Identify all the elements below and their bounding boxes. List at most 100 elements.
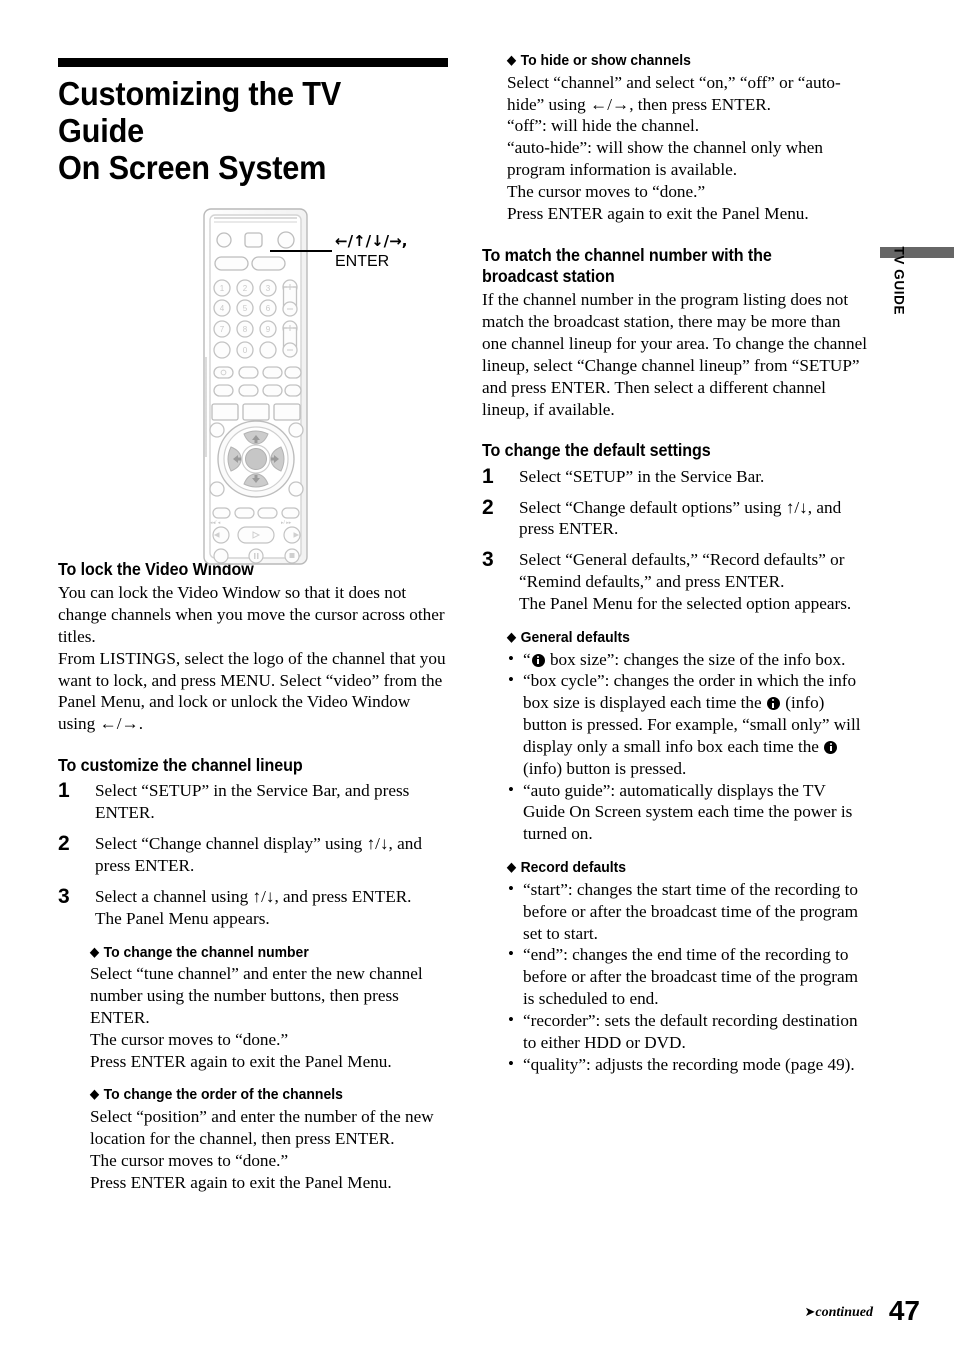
list-item: • “quality”: adjusts the recording mode (… — [507, 1054, 868, 1076]
step-text: Select “SETUP” in the Service Bar. — [519, 466, 765, 486]
subheading-general-defaults: ◆ General defaults — [507, 629, 843, 648]
subheading-record-defaults: ◆ Record defaults — [507, 859, 843, 878]
svg-text:7: 7 — [220, 325, 225, 334]
paragraph-match-channel-number: If the channel number in the program lis… — [482, 290, 868, 419]
diamond-icon: ◆ — [507, 53, 516, 67]
steps-change-default-settings: 1 Select “SETUP” in the Service Bar. 2 S… — [482, 464, 868, 615]
step-item: 1 Select “SETUP” in the Service Bar. — [482, 464, 868, 488]
page-number: 47 — [888, 1295, 920, 1326]
arrow-right-icon: ➤ — [804, 1305, 816, 1320]
step-item: 1 Select “SETUP” in the Service Bar, and… — [58, 779, 450, 824]
right-column: ◆ To hide or show channels Select “channe… — [482, 52, 868, 1076]
diamond-icon: ◆ — [507, 629, 516, 644]
step-text: Select “SETUP” in the Service Bar, and p… — [95, 781, 410, 823]
manual-page: TV GUIDE Customizing the TV Guide On Scr… — [0, 0, 954, 1352]
svg-text:8: 8 — [243, 325, 248, 334]
subsection-text: Select “tune channel” and enter the new … — [90, 964, 423, 1071]
step-text: Select “Change channel display” using ↑/… — [95, 834, 422, 875]
list-item: • “start”: changes the start time of the … — [507, 879, 868, 945]
step-item: 3 Select a channel using ↑/↓, and press … — [58, 884, 450, 930]
subsection-record-defaults: ◆ Record defaults • “start”: changes the s… — [507, 859, 868, 1075]
info-icon — [531, 653, 545, 667]
subheading-label: To change the order of the channels — [103, 1086, 343, 1104]
bullet-text: “recorder”: sets the default recording d… — [523, 1010, 858, 1052]
list-item: • “ box size”: changes the size of the in… — [507, 649, 868, 671]
info-icon — [766, 697, 780, 711]
bullet-dot: • — [508, 648, 514, 668]
subheading-change-channel-number: ◆ To change the channel number — [90, 944, 425, 963]
subheading-label: General defaults — [520, 628, 630, 646]
subsection-text: Select “channel” and select “on,” “off” … — [507, 72, 841, 223]
bullet-list-record-defaults: • “start”: changes the start time of the … — [507, 879, 868, 1076]
page-title-line2: On Screen System — [58, 148, 327, 186]
subsection-change-channel-order: ◆ To change the order of the channels Sel… — [90, 1086, 450, 1193]
step-text: Select a channel using ↑/↓, and press EN… — [95, 886, 412, 928]
callout-arrows: ←/↑/↓/→, — [335, 232, 408, 250]
list-item: • “box cycle”: changes the order in which… — [507, 670, 868, 779]
callout-label: ←/↑/↓/→, ENTER — [335, 232, 407, 272]
diamond-icon: ◆ — [507, 860, 516, 875]
bullet-text: “start”: changes the start time of the r… — [523, 879, 859, 943]
svg-text:3: 3 — [266, 284, 271, 293]
bullet-text-pre: “ — [523, 649, 531, 669]
bullet-dot: • — [508, 878, 514, 898]
bullet-text-post2: (info) button is pressed. — [523, 758, 687, 778]
svg-text:5: 5 — [243, 304, 248, 313]
svg-text:2: 2 — [243, 284, 248, 293]
diamond-icon: ◆ — [90, 944, 99, 959]
page-title-line1: Customizing the TV Guide — [58, 75, 342, 149]
step-text: Select “General defaults,” “Record defau… — [519, 550, 852, 613]
bullet-dot: • — [508, 779, 514, 799]
svg-text:▸/ ▸▸: ▸/ ▸▸ — [281, 520, 292, 526]
step-item: 3 Select “General defaults,” “Record def… — [482, 548, 868, 615]
diamond-icon: ◆ — [90, 1087, 99, 1102]
page-footer: ➤continued 47 — [770, 1295, 920, 1331]
side-tab-label: TV GUIDE — [891, 246, 907, 316]
callout-leader-line — [270, 250, 332, 252]
subsection-hide-show-channels: ◆ To hide or show channels Select “channe… — [507, 52, 868, 225]
list-item: • “recorder”: sets the default recording … — [507, 1010, 868, 1054]
list-item: • “end”: changes the end time of the reco… — [507, 944, 868, 1010]
subheading-change-channel-order: ◆ To change the order of the channels — [90, 1086, 425, 1105]
subheading-label: To hide or show channels — [520, 52, 691, 69]
bullet-dot: • — [508, 670, 514, 690]
subsection-general-defaults: ◆ General defaults • “ box size”: changes … — [507, 629, 868, 845]
step-number: 1 — [58, 779, 70, 803]
subheading-label: To change the channel number — [103, 943, 309, 961]
page-title: Customizing the TV Guide On Screen Syste… — [58, 75, 423, 187]
callout-enter: ENTER — [335, 252, 390, 270]
step-text: Select “Change default options” using ↑/… — [519, 497, 842, 539]
step-number: 3 — [58, 884, 70, 908]
side-tab: TV GUIDE — [880, 247, 954, 397]
info-icon — [824, 740, 838, 754]
step-number: 3 — [482, 548, 494, 572]
svg-text:0: 0 — [243, 346, 248, 355]
bullet-text: “end”: changes the end time of the recor… — [523, 945, 859, 1009]
subsection-change-channel-number: ◆ To change the channel number Select “tu… — [90, 944, 450, 1073]
subsection-text: Select “position” and enter the number o… — [90, 1107, 434, 1192]
title-rule — [58, 58, 448, 67]
continued-label: continued — [815, 1305, 873, 1320]
subheading-label: Record defaults — [520, 859, 627, 877]
heading-customize-channel-lineup: To customize the channel lineup — [58, 755, 303, 776]
steps-customize-lineup: 1 Select “SETUP” in the Service Bar, and… — [58, 779, 450, 930]
step-item: 2 Select “Change channel display” using … — [58, 832, 450, 877]
paragraph-lock-video-2: From LISTINGS, select the logo of the ch… — [58, 648, 446, 734]
step-number: 1 — [482, 464, 494, 488]
bullet-text: “quality”: adjusts the recording mode (p… — [523, 1054, 855, 1074]
heading-match-channel-number: To match the channel number with the bro… — [482, 244, 772, 286]
svg-text:9: 9 — [266, 325, 271, 334]
svg-text:◂◂/ ◂: ◂◂/ ◂ — [210, 520, 221, 526]
svg-text:4: 4 — [220, 304, 225, 313]
bullet-dot: • — [508, 944, 514, 964]
continued-marker: ➤continued — [805, 1305, 873, 1321]
paragraph-lock-video-1: You can lock the Video Window so that it… — [58, 583, 445, 646]
svg-text:6: 6 — [266, 304, 271, 313]
bullet-dot: • — [508, 1009, 514, 1029]
heading-change-default-settings: To change the default settings — [482, 440, 711, 461]
svg-text:1: 1 — [220, 284, 225, 293]
bullet-list-general-defaults: • “ box size”: changes the size of the in… — [507, 649, 868, 846]
step-number: 2 — [58, 832, 70, 856]
remote-control-illustration: 1 2 3 4 5 6 7 8 9 0 ◂◂/ ◂ ▸/ ▸▸ — [197, 207, 457, 567]
bullet-text: “auto guide”: automatically displays the… — [523, 780, 853, 844]
